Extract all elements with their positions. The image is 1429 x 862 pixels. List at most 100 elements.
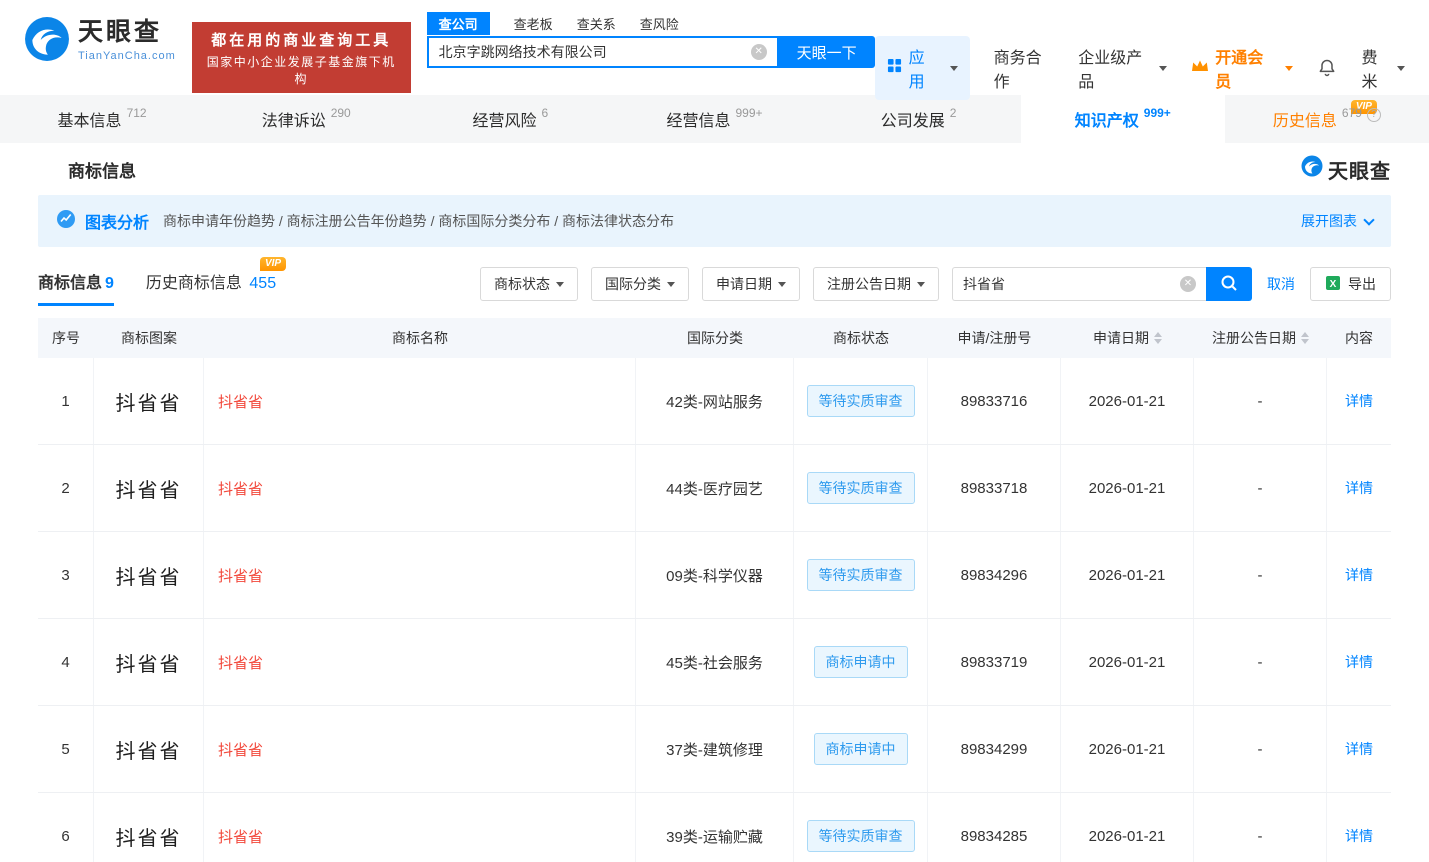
header-reg-no: 申请/注册号 — [928, 318, 1061, 358]
cancel-search-link[interactable]: 取消 — [1267, 274, 1295, 294]
export-button[interactable]: X 导出 — [1310, 267, 1391, 301]
notification-bell-icon[interactable] — [1317, 58, 1337, 78]
section-header: 商标信息 天眼查 — [38, 143, 1391, 195]
search-tab-risk[interactable]: 查风险 — [640, 14, 679, 33]
table-header-row: 序号 商标图案 商标名称 国际分类 商标状态 申请/注册号 申请日期 注册公告日… — [38, 318, 1391, 358]
company-search-box: ✕ — [427, 36, 779, 68]
filter-apply-date[interactable]: 申请日期 — [702, 267, 800, 301]
filter-trademark-status[interactable]: 商标状态 — [480, 267, 578, 301]
nav-enterprise-products[interactable]: 企业级产品 — [1078, 44, 1167, 92]
trademark-name[interactable]: 抖省省 — [218, 565, 263, 586]
filter-controls: 商标状态 国际分类 申请日期 注册公告日期 ✕ — [480, 267, 1391, 307]
trademark-name[interactable]: 抖省省 — [218, 391, 263, 412]
tab-history-info[interactable]: VIP 历史信息 679 ? — [1225, 95, 1429, 143]
filter-intl-class[interactable]: 国际分类 — [591, 267, 689, 301]
cell-apply-date: 2026-01-21 — [1061, 358, 1194, 444]
trademark-image[interactable]: 抖省省 — [116, 735, 182, 764]
cell-pub-date: - — [1194, 619, 1327, 705]
tianyancha-logo[interactable]: 天眼查 TianYanCha.com — [24, 16, 176, 67]
detail-link[interactable]: 详情 — [1345, 478, 1373, 498]
keyword-search-button[interactable] — [1206, 267, 1252, 301]
search-tab-relation[interactable]: 查关系 — [577, 14, 616, 33]
username: 费米 — [1361, 44, 1391, 92]
trademark-name[interactable]: 抖省省 — [218, 739, 263, 760]
subtab-count: 9 — [105, 275, 114, 292]
help-icon[interactable]: ? — [1367, 108, 1381, 122]
subtab-trademark-info[interactable]: 商标信息9 — [38, 269, 114, 306]
sort-icon[interactable] — [1154, 332, 1162, 344]
detail-link[interactable]: 详情 — [1345, 826, 1373, 846]
tab-label: 知识产权 — [1075, 107, 1139, 131]
search-submit-button[interactable]: 天眼一下 — [779, 36, 875, 68]
header-apply-date[interactable]: 申请日期 — [1061, 318, 1194, 358]
vip-badge: VIP — [260, 257, 286, 271]
search-tab-boss[interactable]: 查老板 — [514, 14, 553, 33]
cell-intl-class: 44类-医疗园艺 — [636, 445, 794, 531]
slogan-banner: 都在用的商业查询工具 国家中小企业发展子基金旗下机构 — [192, 22, 411, 93]
tab-count: 712 — [127, 106, 147, 120]
header-pub-date[interactable]: 注册公告日期 — [1194, 318, 1327, 358]
chart-links[interactable]: 商标申请年份趋势 / 商标注册公告年份趋势 / 商标国际分类分布 / 商标法律状… — [163, 211, 674, 231]
tab-company-development[interactable]: 公司发展 2 — [817, 95, 1021, 143]
page-title: 商标信息 — [68, 157, 136, 182]
header-right-nav: 应用 商务合作 企业级产品 开通会员 费米 — [875, 36, 1405, 100]
trademark-image[interactable]: 抖省省 — [116, 474, 182, 503]
trademark-image[interactable]: 抖省省 — [116, 822, 182, 851]
header-label: 注册公告日期 — [1212, 328, 1296, 348]
chevron-down-icon — [778, 282, 786, 287]
header-label: 申请日期 — [1093, 328, 1149, 348]
trademark-name[interactable]: 抖省省 — [218, 826, 263, 847]
cell-intl-class: 42类-网站服务 — [636, 358, 794, 444]
chevron-down-icon — [917, 282, 925, 287]
header-image: 商标图案 — [94, 318, 204, 358]
subtab-count: 455 — [249, 275, 276, 292]
open-vip-button[interactable]: 开通会员 — [1191, 44, 1293, 92]
cell-apply-date: 2026-01-21 — [1061, 532, 1194, 618]
cell-pub-date: - — [1194, 706, 1327, 792]
open-vip-label: 开通会员 — [1215, 44, 1273, 92]
trademark-name[interactable]: 抖省省 — [218, 478, 263, 499]
brand-domain: TianYanCha.com — [78, 50, 176, 62]
detail-link[interactable]: 详情 — [1345, 739, 1373, 759]
clear-keyword-icon[interactable]: ✕ — [1180, 276, 1196, 292]
tab-intellectual-property[interactable]: 知识产权 999+ — [1021, 95, 1225, 143]
expand-charts-button[interactable]: 展开图表 — [1301, 211, 1373, 231]
tab-operation-risk[interactable]: 经营风险 6 — [408, 95, 612, 143]
trademark-image[interactable]: 抖省省 — [116, 648, 182, 677]
sort-icon[interactable] — [1301, 332, 1309, 344]
apps-dropdown[interactable]: 应用 — [875, 36, 970, 100]
keyword-input[interactable] — [963, 276, 1180, 292]
header-intl-class: 国际分类 — [636, 318, 794, 358]
table-row: 2 抖省省 抖省省 44类-医疗园艺 等待实质审查 89833718 2026-… — [38, 445, 1391, 532]
nav-cooperation[interactable]: 商务合作 — [994, 44, 1055, 92]
cell-no: 2 — [38, 445, 94, 531]
tab-legal-proceedings[interactable]: 法律诉讼 290 — [204, 95, 408, 143]
chart-analysis-bar: 图表分析 商标申请年份趋势 / 商标注册公告年份趋势 / 商标国际分类分布 / … — [38, 195, 1391, 247]
user-menu[interactable]: 费米 — [1361, 44, 1405, 92]
chart-analysis-label[interactable]: 图表分析 — [85, 209, 149, 233]
slogan-line2: 国家中小企业发展子基金旗下机构 — [204, 53, 399, 87]
trademark-subtabs: 商标信息9 VIP 历史商标信息 455 — [38, 269, 276, 306]
tab-count: 2 — [950, 106, 957, 120]
status-badge: 等待实质审查 — [807, 559, 915, 591]
filter-pub-date[interactable]: 注册公告日期 — [813, 267, 939, 301]
cell-no: 3 — [38, 532, 94, 618]
detail-link[interactable]: 详情 — [1345, 391, 1373, 411]
keyword-search-box: ✕ — [952, 267, 1206, 301]
trademark-name[interactable]: 抖省省 — [218, 652, 263, 673]
trademark-image[interactable]: 抖省省 — [116, 387, 182, 416]
subtab-history-trademark-info[interactable]: VIP 历史商标信息 455 — [146, 269, 276, 306]
detail-link[interactable]: 详情 — [1345, 565, 1373, 585]
tab-basic-info[interactable]: 基本信息 712 — [0, 95, 204, 143]
tab-operation-info[interactable]: 经营信息 999+ — [612, 95, 816, 143]
company-section-tabs: 基本信息 712 法律诉讼 290 经营风险 6 经营信息 999+ 公司发展 … — [0, 95, 1429, 143]
top-header: 天眼查 TianYanCha.com 都在用的商业查询工具 国家中小企业发展子基… — [0, 0, 1429, 95]
detail-link[interactable]: 详情 — [1345, 652, 1373, 672]
chevron-down-icon — [1363, 214, 1374, 225]
company-search-input[interactable] — [439, 44, 751, 60]
trademark-image[interactable]: 抖省省 — [116, 561, 182, 590]
chevron-down-icon — [1397, 66, 1405, 71]
search-tab-company[interactable]: 查公司 — [427, 12, 490, 35]
clear-search-icon[interactable]: ✕ — [751, 44, 767, 60]
cell-intl-class: 09类-科学仪器 — [636, 532, 794, 618]
